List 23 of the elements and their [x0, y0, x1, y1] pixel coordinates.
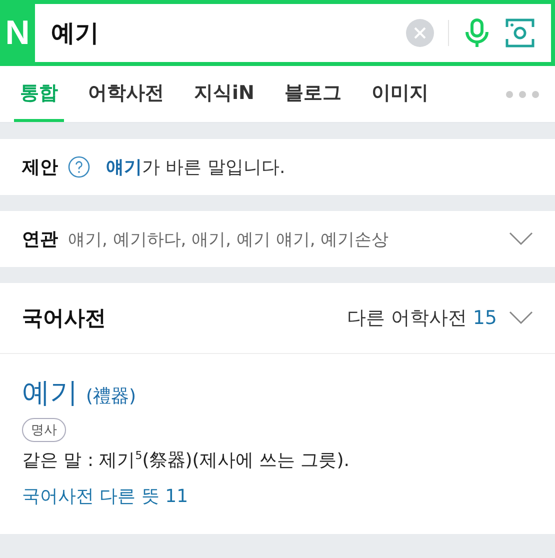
more-meanings-link[interactable]: 국어사전 다른 뜻 11: [22, 484, 188, 508]
chevron-down-icon[interactable]: [509, 311, 533, 325]
related-label: 연관: [22, 228, 58, 251]
search-input[interactable]: 예기: [49, 18, 392, 48]
help-icon[interactable]: [68, 156, 90, 178]
other-dictionaries-count[interactable]: 15: [472, 307, 497, 329]
entry-hanja: (禮器): [86, 385, 136, 408]
section-title: 국어사전: [22, 305, 107, 332]
chevron-down-icon[interactable]: [509, 232, 533, 246]
tab[interactable]: 블로그: [278, 66, 348, 122]
camera-search-icon[interactable]: [505, 18, 535, 48]
tab[interactable]: 지식iN: [188, 66, 260, 122]
suggestion-text[interactable]: 얘기가 바른 말입니다.: [106, 155, 286, 179]
part-of-speech-tag: 명사: [22, 418, 66, 442]
entry-word[interactable]: 예기: [22, 374, 78, 412]
other-dictionaries-link[interactable]: 다른 어학사전: [346, 305, 467, 331]
suggestion-label: 제안: [22, 156, 58, 179]
tab[interactable]: 이미지: [365, 66, 434, 122]
related-searches[interactable]: 얘기, 예기하다, 애기, 예기 얘기, 예기손상: [68, 228, 499, 250]
search-field[interactable]: 예기: [35, 4, 551, 62]
definition-text: 같은 말 : 제기$^{5}$(祭器)(제사에 쓰는 그릇).: [22, 448, 350, 472]
tab[interactable]: 어학사전: [82, 66, 170, 122]
microphone-icon[interactable]: [463, 18, 491, 48]
